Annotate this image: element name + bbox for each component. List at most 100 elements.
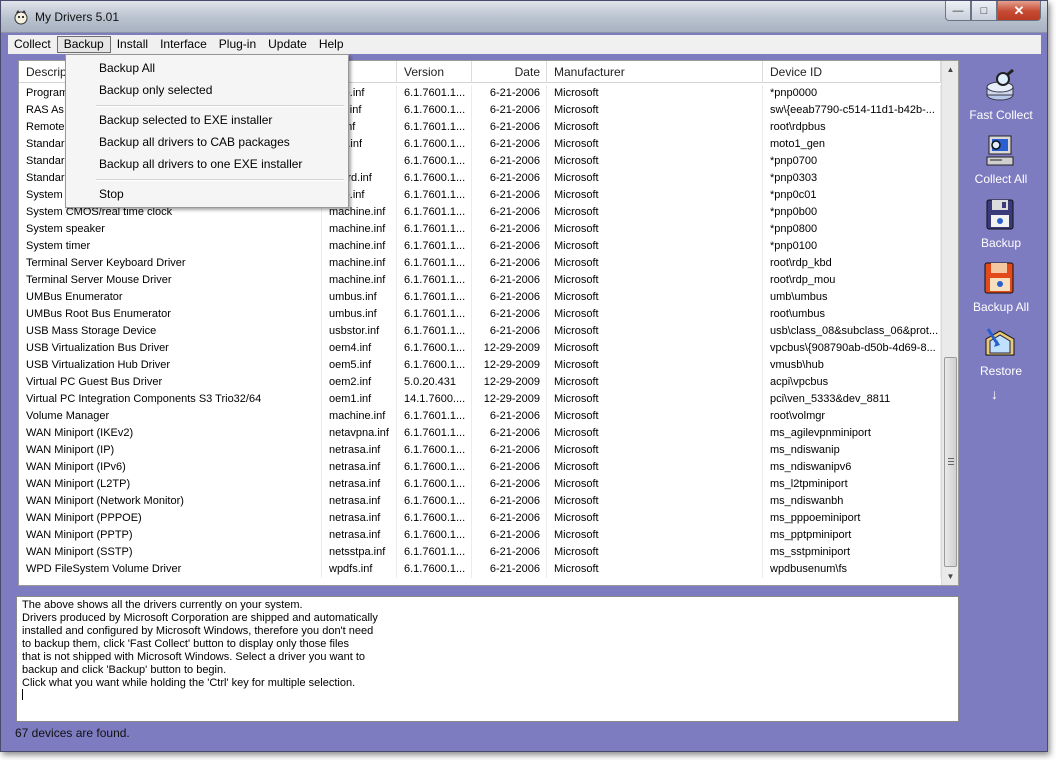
cell-manufacturer: Microsoft (547, 323, 763, 340)
cell-date: 6-21-2006 (472, 187, 547, 204)
cell-device-id: usb\class_08&subclass_06&prot... (763, 323, 941, 340)
menu-separator (96, 179, 344, 181)
cell-description: WAN Miniport (Network Monitor) (19, 493, 322, 510)
cell-date: 6-21-2006 (472, 425, 547, 442)
info-line: backup and click 'Backup' button to begi… (22, 664, 227, 676)
menu-update[interactable]: Update (262, 36, 313, 53)
table-row[interactable]: WAN Miniport (L2TP) netrasa.inf 6.1.7600.1… (19, 476, 941, 493)
cell-version: 5.0.20.431 (397, 374, 472, 391)
menu-backup[interactable]: Backup (56, 36, 111, 53)
cell-description: USB Virtualization Bus Driver (19, 340, 322, 357)
cell-version: 6.1.7601.1... (397, 238, 472, 255)
cell-inf: netrasa.inf (322, 510, 397, 527)
table-row[interactable]: WAN Miniport (IPv6) netrasa.inf 6.1.7600.1… (19, 459, 941, 476)
menu-install[interactable]: Install (111, 36, 154, 53)
cell-date: 6-21-2006 (472, 527, 547, 544)
more-tools-arrow-icon[interactable]: ↓ (991, 386, 998, 402)
menu-stop[interactable]: Stop (99, 185, 124, 203)
menu-interface[interactable]: Interface (154, 36, 213, 53)
column-date[interactable]: Date (472, 61, 547, 83)
cell-device-id: *pnp0000 (763, 85, 941, 102)
scroll-down-icon[interactable]: ▼ (942, 568, 958, 585)
table-row[interactable]: WAN Miniport (PPPOE) netrasa.inf 6.1.7600.… (19, 510, 941, 527)
table-row[interactable]: System timer machine.inf 6.1.7601.1... 6-21… (19, 238, 941, 255)
cell-version: 6.1.7600.1... (397, 493, 472, 510)
cell-manufacturer: Microsoft (547, 476, 763, 493)
table-row[interactable]: UMBus Root Bus Enumerator umbus.inf 6.1.76… (19, 306, 941, 323)
cell-date: 6-21-2006 (472, 476, 547, 493)
menu-separator (96, 105, 344, 107)
cell-date: 6-21-2006 (472, 221, 547, 238)
cell-inf: usbstor.inf (322, 323, 397, 340)
table-row[interactable]: WPD FileSystem Volume Driver wpdfs.inf 6.1… (19, 561, 941, 578)
cell-device-id: *pnp0b00 (763, 204, 941, 221)
cell-description: WAN Miniport (SSTP) (19, 544, 322, 561)
table-row[interactable]: System speaker machine.inf 6.1.7601.1... 6-… (19, 221, 941, 238)
text-caret (22, 689, 23, 700)
table-row[interactable]: Virtual PC Guest Bus Driver oem2.inf 5.0.2… (19, 374, 941, 391)
table-row[interactable]: USB Virtualization Bus Driver oem4.inf 6.1… (19, 340, 941, 357)
menu-plug-in[interactable]: Plug-in (213, 36, 262, 53)
table-row[interactable]: UMBus Enumerator umbus.inf 6.1.7601.1... 6-… (19, 289, 941, 306)
table-row[interactable]: Terminal Server Mouse Driver machine.inf 6… (19, 272, 941, 289)
table-row[interactable]: WAN Miniport (SSTP) netsstpa.inf 6.1.7601.… (19, 544, 941, 561)
cell-description: WAN Miniport (IPv6) (19, 459, 322, 476)
cell-manufacturer: Microsoft (547, 527, 763, 544)
table-row[interactable]: WAN Miniport (IKEv2) netavpna.inf 6.1.7601… (19, 425, 941, 442)
cell-manufacturer: Microsoft (547, 510, 763, 527)
cell-device-id: ms_pppoeminiport (763, 510, 941, 527)
column-manufacturer[interactable]: Manufacturer (547, 61, 763, 83)
menu-backup-selected-exe[interactable]: Backup selected to EXE installer (99, 111, 272, 129)
cell-date: 6-21-2006 (472, 289, 547, 306)
table-row[interactable]: USB Mass Storage Device usbstor.inf 6.1.76… (19, 323, 941, 340)
cell-description: Volume Manager (19, 408, 322, 425)
info-line: The above shows all the drivers currentl… (22, 599, 303, 611)
backup-dropdown-menu: Backup All Backup only selected Backup s… (65, 54, 349, 208)
cell-device-id: *pnp0800 (763, 221, 941, 238)
table-row[interactable]: WAN Miniport (IP) netrasa.inf 6.1.7600.1..… (19, 442, 941, 459)
scroll-up-icon[interactable]: ▲ (942, 61, 958, 78)
cell-description: WAN Miniport (IKEv2) (19, 425, 322, 442)
menu-collect[interactable]: Collect (8, 36, 57, 53)
cell-version: 6.1.7601.1... (397, 119, 472, 136)
column-device-id[interactable]: Device ID (763, 61, 941, 83)
cell-version: 6.1.7601.1... (397, 408, 472, 425)
cell-version: 6.1.7601.1... (397, 85, 472, 102)
cell-device-id: wpdbusenum\fs (763, 561, 941, 578)
cell-date: 6-21-2006 (472, 255, 547, 272)
cell-inf: netrasa.inf (322, 476, 397, 493)
menu-backup-only-selected[interactable]: Backup only selected (99, 81, 212, 99)
table-row[interactable]: USB Virtualization Hub Driver oem5.inf 6.1… (19, 357, 941, 374)
cell-manufacturer: Microsoft (547, 493, 763, 510)
info-line: Click what you want while holding the 'C… (22, 677, 356, 689)
vertical-scrollbar[interactable]: ▲ ▼ (941, 61, 958, 585)
info-text-box[interactable]: The above shows all the drivers currentl… (16, 596, 959, 722)
cell-inf: oem2.inf (322, 374, 397, 391)
table-row[interactable]: Volume Manager machine.inf 6.1.7601.1... 6-… (19, 408, 941, 425)
cell-version: 6.1.7600.1... (397, 357, 472, 374)
scroll-thumb[interactable] (944, 357, 957, 567)
menu-backup-all-exe[interactable]: Backup all drivers to one EXE installer (99, 155, 302, 173)
minimize-button[interactable]: — (945, 1, 971, 21)
backup-all-label: Backup All (972, 300, 1030, 314)
table-row[interactable]: WAN Miniport (PPTP) netrasa.inf 6.1.7600.1… (19, 527, 941, 544)
close-button[interactable]: ✕ (997, 1, 1041, 21)
table-row[interactable]: Terminal Server Keyboard Driver machine.i… (19, 255, 941, 272)
cell-device-id: root\umbus (763, 306, 941, 323)
column-version[interactable]: Version (397, 61, 472, 83)
cell-date: 6-21-2006 (472, 153, 547, 170)
cell-description: USB Virtualization Hub Driver (19, 357, 322, 374)
maximize-button[interactable]: □ (971, 1, 997, 21)
cell-device-id: ms_ndiswanipv6 (763, 459, 941, 476)
cell-version: 6.1.7600.1... (397, 476, 472, 493)
cell-manufacturer: Microsoft (547, 153, 763, 170)
menu-help[interactable]: Help (313, 36, 350, 53)
table-row[interactable]: WAN Miniport (Network Monitor) netrasa.in… (19, 493, 941, 510)
cell-manufacturer: Microsoft (547, 442, 763, 459)
magnifier-icon (986, 69, 1014, 101)
cell-version: 6.1.7601.1... (397, 187, 472, 204)
menu-backup-all[interactable]: Backup All (99, 59, 155, 77)
table-row[interactable]: Virtual PC Integration Components S3 Tri… (19, 391, 941, 408)
menu-backup-all-cab[interactable]: Backup all drivers to CAB packages (99, 133, 290, 151)
cell-version: 14.1.7600.... (397, 391, 472, 408)
